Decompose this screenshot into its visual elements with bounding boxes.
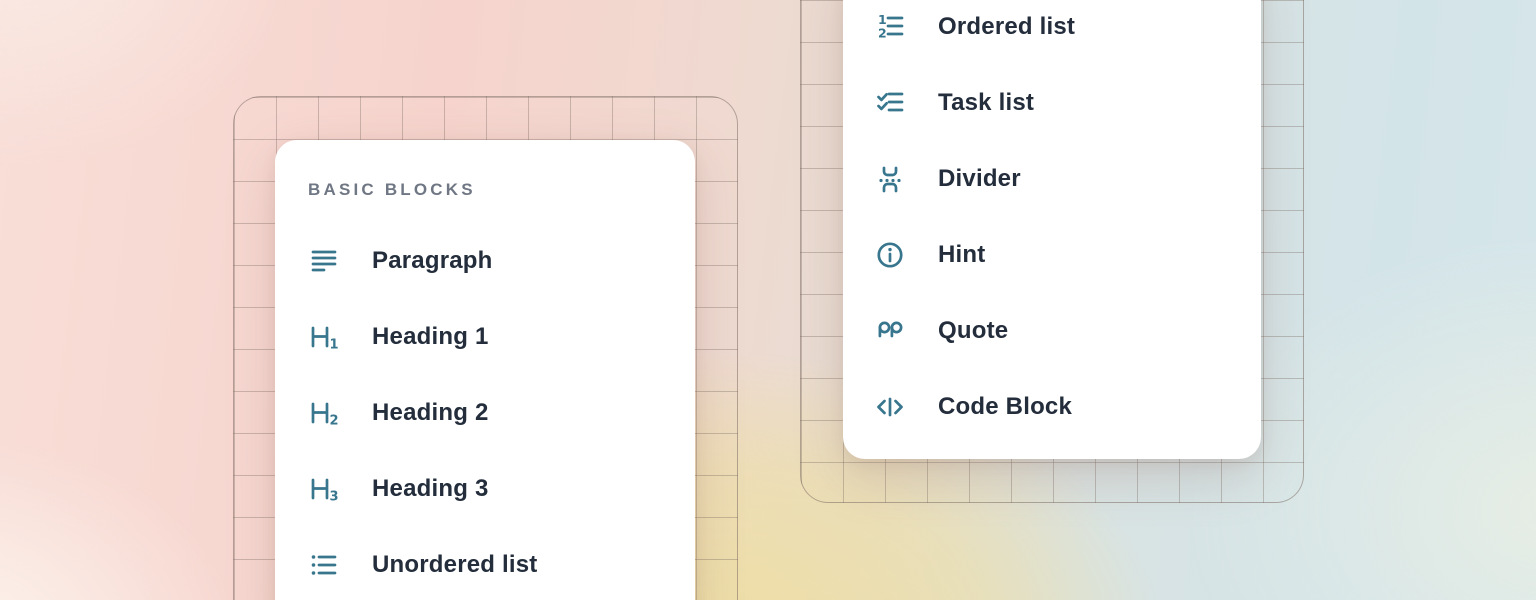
heading-2-icon: 2	[308, 397, 340, 429]
menu-item-heading-3[interactable]: 3 Heading 3	[308, 451, 695, 527]
svg-text:2: 2	[330, 414, 339, 429]
basic-blocks-menu-card: BASIC BLOCKS Paragraph 1 Heading 1	[275, 140, 695, 600]
menu-item-heading-1[interactable]: 1 Heading 1	[308, 299, 695, 375]
ordered-list-icon: 1 2	[874, 11, 906, 43]
menu-item-label: Code Block	[938, 393, 1072, 421]
advanced-blocks-menu-card: 1 2 Ordered list Task list	[843, 0, 1261, 459]
advanced-blocks-list: 1 2 Ordered list Task list	[874, 0, 1261, 445]
unordered-list-icon	[308, 549, 340, 581]
menu-item-hint[interactable]: Hint	[874, 217, 1261, 293]
menu-item-label: Quote	[938, 317, 1008, 345]
menu-item-label: Hint	[938, 241, 985, 269]
quote-icon	[874, 315, 906, 347]
paragraph-icon	[308, 245, 340, 277]
menu-item-label: Divider	[938, 165, 1021, 193]
menu-item-label: Heading 2	[372, 399, 489, 427]
svg-text:2: 2	[878, 26, 887, 41]
code-block-icon	[874, 391, 906, 423]
basic-blocks-list: Paragraph 1 Heading 1 2 Heading 2	[308, 223, 695, 600]
heading-1-icon: 1	[308, 321, 340, 353]
menu-item-label: Paragraph	[372, 247, 493, 275]
menu-item-paragraph[interactable]: Paragraph	[308, 223, 695, 299]
menu-item-unordered-list[interactable]: Unordered list	[308, 527, 695, 600]
menu-item-label: Heading 3	[372, 475, 489, 503]
hint-icon	[874, 239, 906, 271]
divider-icon	[874, 163, 906, 195]
menu-item-heading-2[interactable]: 2 Heading 2	[308, 375, 695, 451]
task-list-icon	[874, 87, 906, 119]
menu-item-divider[interactable]: Divider	[874, 141, 1261, 217]
menu-item-task-list[interactable]: Task list	[874, 65, 1261, 141]
menu-item-code-block[interactable]: Code Block	[874, 369, 1261, 445]
menu-item-label: Ordered list	[938, 13, 1075, 41]
menu-item-label: Unordered list	[372, 551, 538, 579]
menu-item-ordered-list[interactable]: 1 2 Ordered list	[874, 0, 1261, 65]
svg-text:1: 1	[330, 338, 339, 353]
heading-3-icon: 3	[308, 473, 340, 505]
menu-item-label: Task list	[938, 89, 1034, 117]
basic-blocks-header: BASIC BLOCKS	[308, 180, 695, 200]
menu-item-label: Heading 1	[372, 323, 489, 351]
svg-text:3: 3	[330, 490, 339, 505]
menu-item-quote[interactable]: Quote	[874, 293, 1261, 369]
